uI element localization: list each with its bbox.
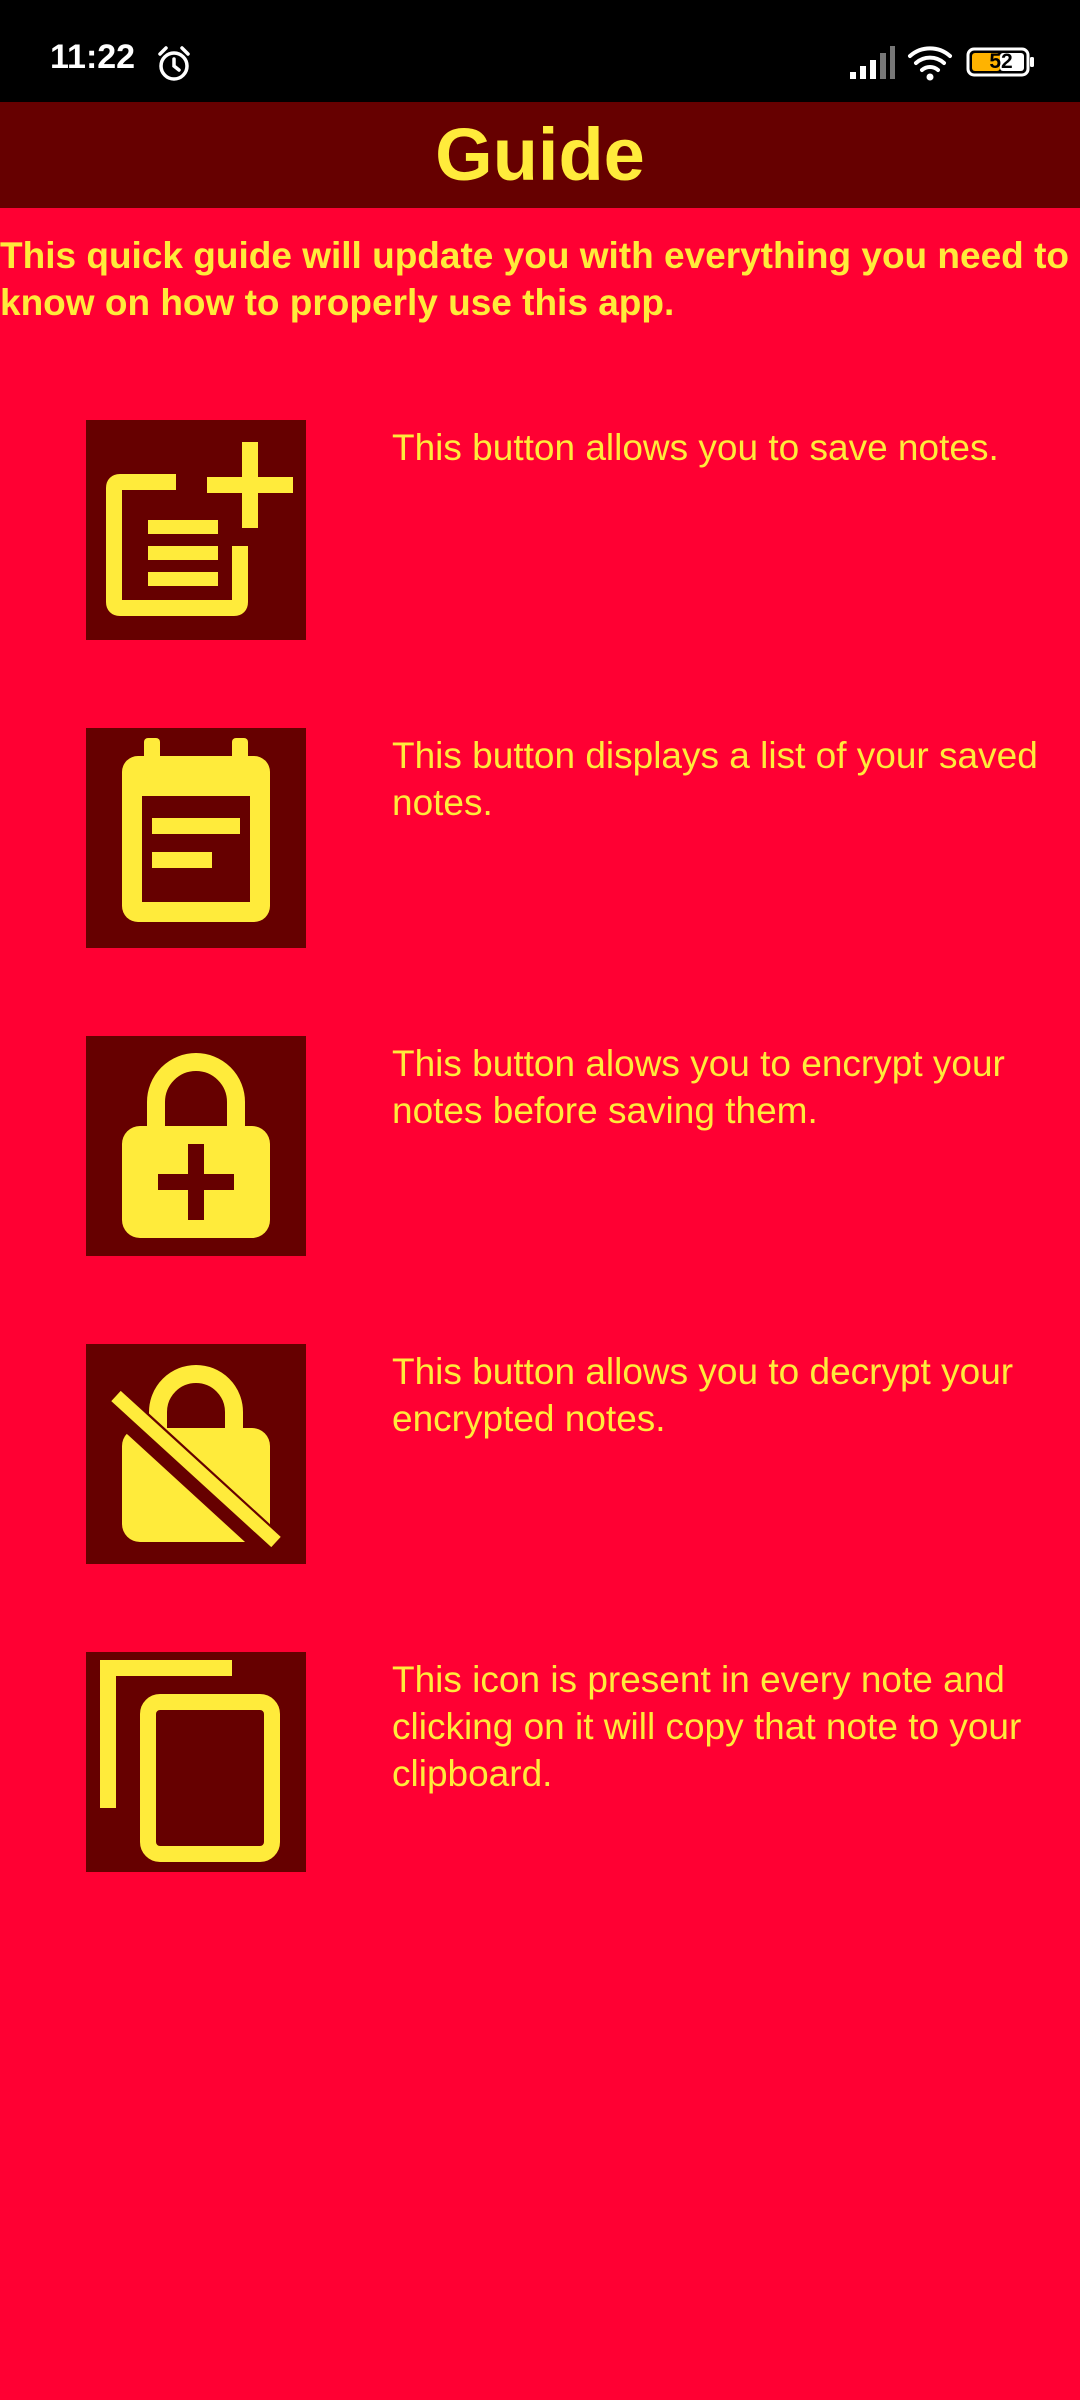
note-add-icon [106, 442, 293, 616]
guide-item-copy: This icon is present in every note and c… [0, 1652, 1080, 1872]
guide-text: This button alows you to encrypt your no… [392, 1043, 1005, 1131]
signal-icon [850, 46, 895, 79]
guide-item-encrypt: This button alows you to encrypt your no… [0, 1036, 1080, 1256]
page-title: Guide [435, 113, 645, 196]
alarm-icon [158, 46, 190, 81]
icon-tile [86, 420, 306, 640]
icon-tile [86, 1652, 306, 1872]
guide-text: This button allows you to decrypt your e… [392, 1351, 1014, 1439]
status-time: 11:22 [50, 38, 136, 76]
icon-tile [86, 1036, 306, 1256]
wifi-icon [908, 46, 952, 81]
guide-item-save-notes: This button allows you to save notes. [0, 420, 1080, 640]
guide-text: This icon is present in every note and c… [392, 1659, 1022, 1794]
guide-item-decrypt: This button allows you to decrypt your e… [0, 1344, 1080, 1564]
icon-tile [86, 728, 306, 948]
intro-text: This quick guide will update you with ev… [0, 235, 1069, 323]
lock-add-icon [122, 1053, 270, 1238]
status-bar: 11:22 52 [0, 0, 1080, 102]
battery-level: 52 [989, 50, 1013, 73]
notes-list-icon [122, 738, 270, 922]
icon-tile [86, 1344, 306, 1564]
guide-text: This button allows you to save notes. [392, 427, 999, 468]
copy-icon [100, 1660, 280, 1862]
app-header: Guide [0, 102, 1080, 208]
guide-item-notes-list: This button displays a list of your save… [0, 728, 1080, 948]
lock-off-icon [101, 1365, 287, 1562]
guide-text: This button displays a list of your save… [392, 735, 1038, 823]
